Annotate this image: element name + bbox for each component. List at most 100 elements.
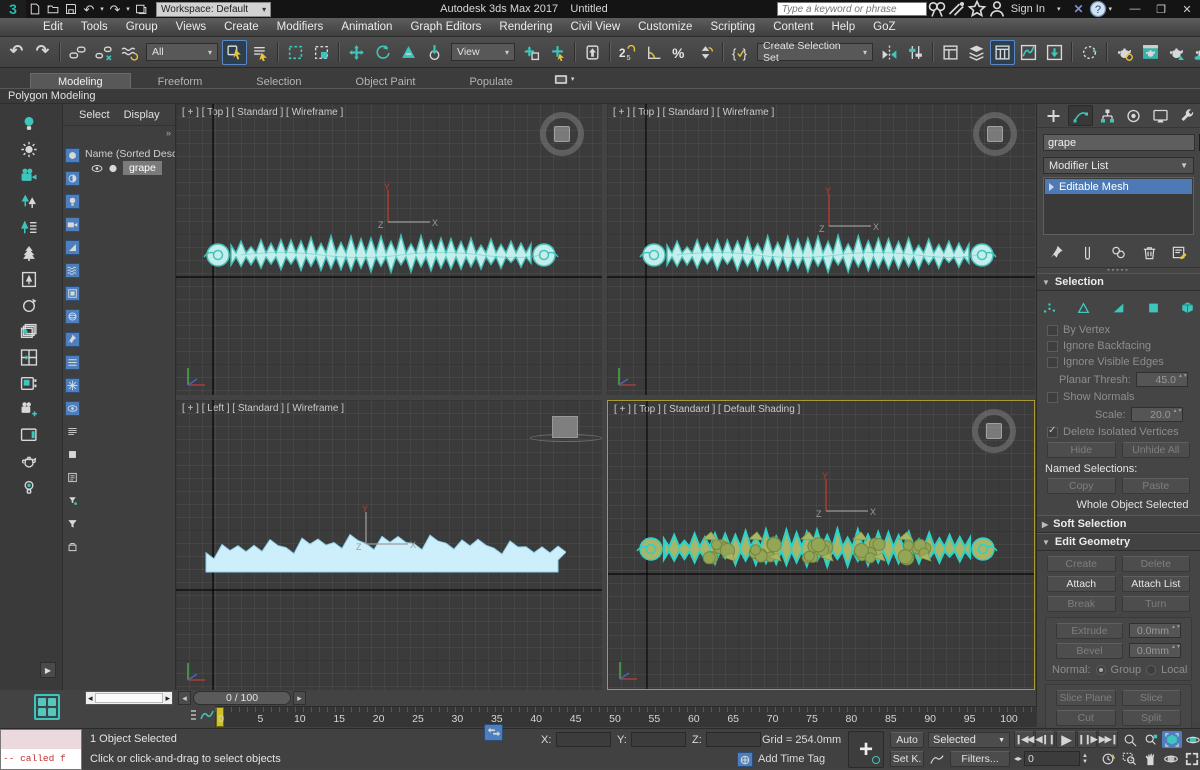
split-button[interactable]: Split bbox=[1121, 710, 1181, 726]
menu-group[interactable]: Group bbox=[117, 18, 167, 37]
menu-customize[interactable]: Customize bbox=[629, 18, 701, 37]
undo-icon[interactable]: ↶ bbox=[4, 40, 29, 65]
bevel-button[interactable]: Bevel bbox=[1056, 643, 1123, 659]
key-filters-button[interactable]: Filters... bbox=[950, 751, 1010, 767]
scale-spinner[interactable]: 20.0 bbox=[1130, 407, 1183, 422]
config-icon[interactable] bbox=[1167, 242, 1192, 263]
filter-flake-icon[interactable] bbox=[65, 378, 80, 393]
turn-button[interactable]: Turn bbox=[1121, 596, 1190, 612]
favorites-star-icon[interactable] bbox=[967, 0, 987, 18]
menu-graph-editors[interactable]: Graph Editors bbox=[401, 18, 490, 37]
motion-icon[interactable] bbox=[1122, 105, 1147, 126]
ignore-backfacing-checkbox[interactable] bbox=[1047, 340, 1058, 352]
filter-funnel-dot-icon[interactable] bbox=[65, 493, 80, 508]
move-icon[interactable] bbox=[344, 40, 369, 65]
snap-percent-icon[interactable]: % bbox=[667, 40, 692, 65]
modifier-list-dropdown[interactable]: Modifier List ▼ bbox=[1043, 157, 1194, 174]
expand-panel-arrow-button[interactable]: ▶ bbox=[40, 662, 56, 678]
filter-half-icon[interactable] bbox=[65, 171, 80, 186]
undo-flyout-caret-icon[interactable]: ▾ bbox=[98, 1, 106, 17]
viewport-label[interactable]: [ + ] [ Left ] [ Standard ] [ Wireframe … bbox=[182, 403, 344, 414]
tree-card-icon[interactable] bbox=[14, 268, 44, 291]
close-button[interactable]: ✕ bbox=[1174, 1, 1200, 17]
sign-in-user-icon[interactable] bbox=[987, 1, 1007, 17]
pin-icon[interactable] bbox=[1045, 242, 1070, 263]
create-icon[interactable] bbox=[1041, 105, 1066, 126]
filter-chip-icon[interactable] bbox=[65, 286, 80, 301]
viewcube[interactable] bbox=[973, 112, 1017, 156]
zoom-icon[interactable] bbox=[1120, 731, 1140, 748]
sign-in-label[interactable]: Sign In bbox=[1011, 3, 1045, 15]
filter-eye-icon[interactable] bbox=[65, 401, 80, 416]
slice-button[interactable]: Slice bbox=[1121, 690, 1181, 706]
menu-create[interactable]: Create bbox=[215, 18, 268, 37]
selected-set-dropdown[interactable]: Selected ▼ bbox=[928, 732, 1010, 748]
menu-civil-view[interactable]: Civil View bbox=[561, 18, 629, 37]
ignore-visible-edges-checkbox[interactable] bbox=[1047, 356, 1058, 368]
tree-list-icon[interactable] bbox=[14, 216, 44, 239]
manipulate-icon[interactable] bbox=[545, 40, 570, 65]
bind-icon[interactable] bbox=[117, 40, 142, 65]
mxs-icon[interactable] bbox=[1077, 40, 1102, 65]
align-icon[interactable] bbox=[903, 40, 928, 65]
unhide-all-button[interactable]: Unhide All bbox=[1121, 442, 1190, 458]
hierarchy-icon[interactable] bbox=[1095, 105, 1120, 126]
minimize-button[interactable]: — bbox=[1122, 1, 1148, 17]
viewport-top-right[interactable]: [ + ] [ Top ] [ Standard ] [ Wireframe ]… bbox=[607, 104, 1035, 395]
soft-selection-rollout-header[interactable]: ▶ Soft Selection bbox=[1037, 515, 1200, 533]
normal-local-radio[interactable] bbox=[1146, 665, 1157, 675]
selection-filter-dropdown[interactable]: All ▾ bbox=[146, 43, 218, 61]
modify-icon[interactable] bbox=[1067, 105, 1093, 126]
prevkey-icon[interactable]: ◀❙❙ bbox=[1035, 731, 1056, 748]
edit-geometry-rollout-header[interactable]: ▼ Edit Geometry bbox=[1037, 533, 1200, 551]
help-icon[interactable]: ? bbox=[1088, 0, 1108, 18]
create-button[interactable]: Create bbox=[1047, 556, 1116, 572]
render-cloud-icon[interactable] bbox=[1190, 40, 1200, 65]
paste-button[interactable]: Paste bbox=[1121, 478, 1190, 494]
polygon-modeling-panel-header[interactable]: Polygon Modeling bbox=[0, 88, 1200, 104]
viewport-top-left[interactable]: [ + ] [ Top ] [ Standard ] [ Wireframe ]… bbox=[176, 104, 602, 395]
menu-tools[interactable]: Tools bbox=[72, 18, 117, 37]
object-name-field[interactable] bbox=[1043, 134, 1195, 151]
track-bar[interactable]: 0 5 10 15 20 25 30 35 40 45 50 55 60 65 70 75 80 85 90 95 10… bbox=[215, 706, 1037, 727]
set-key-mode-button[interactable]: Set K. bbox=[890, 751, 924, 767]
scene-explorer-select-menu[interactable]: Select bbox=[79, 109, 110, 121]
snap-angle-icon[interactable] bbox=[641, 40, 666, 65]
link-icon[interactable] bbox=[65, 40, 90, 65]
y-coord-field[interactable] bbox=[631, 732, 686, 747]
filter-bars-icon[interactable] bbox=[65, 355, 80, 370]
bulb-icon[interactable] bbox=[14, 112, 44, 135]
time-tag-icon[interactable] bbox=[737, 752, 753, 767]
xform-icon[interactable] bbox=[484, 723, 503, 741]
unique-icon[interactable] bbox=[1106, 242, 1131, 263]
viewport-label[interactable]: [ + ] [ Top ] [ Standard ] [ Wireframe ] bbox=[182, 107, 343, 118]
face-icon[interactable] bbox=[1106, 297, 1131, 318]
filter-tri-icon[interactable] bbox=[65, 240, 80, 255]
copy-button[interactable]: Copy bbox=[1047, 478, 1116, 494]
search-input[interactable] bbox=[776, 2, 927, 16]
add-time-tag-label[interactable]: Add Time Tag bbox=[758, 753, 825, 765]
break-button[interactable]: Break bbox=[1047, 596, 1116, 612]
filter-bag-icon[interactable] bbox=[65, 539, 80, 554]
filter-note-icon[interactable] bbox=[65, 470, 80, 485]
named-sets-icon[interactable]: {} bbox=[728, 40, 753, 65]
unlink-icon[interactable] bbox=[91, 40, 116, 65]
viewport-bottom-left[interactable]: [ + ] [ Left ] [ Standard ] [ Wireframe … bbox=[176, 400, 602, 690]
ring-icon[interactable] bbox=[14, 294, 44, 317]
place-icon[interactable] bbox=[422, 40, 447, 65]
set-keys-button[interactable]: + bbox=[848, 731, 884, 768]
viewport-label[interactable]: [ + ] [ Top ] [ Standard ] [ Wireframe ] bbox=[613, 107, 774, 118]
delete-button[interactable]: Delete bbox=[1121, 556, 1190, 572]
select-by-name-icon[interactable] bbox=[248, 40, 273, 65]
redo-icon[interactable]: ↷ bbox=[30, 40, 55, 65]
nextkey-icon[interactable]: ❙❙▶ bbox=[1077, 731, 1098, 748]
menu-content[interactable]: Content bbox=[764, 18, 822, 37]
hide-button[interactable]: Hide bbox=[1047, 442, 1116, 458]
viewport-label[interactable]: [ + ] [ Top ] [ Standard ] [ Default Sha… bbox=[614, 404, 800, 415]
maxi-icon[interactable] bbox=[1182, 750, 1200, 767]
ribbon-display-icon[interactable] bbox=[554, 74, 568, 85]
frame-back-icon[interactable]: ◂▸ bbox=[1014, 754, 1022, 763]
stack-item-editable-mesh[interactable]: Editable Mesh bbox=[1045, 179, 1192, 194]
auto-key-button[interactable]: Auto bbox=[890, 732, 924, 748]
filter-bulb-f-icon[interactable] bbox=[65, 194, 80, 209]
